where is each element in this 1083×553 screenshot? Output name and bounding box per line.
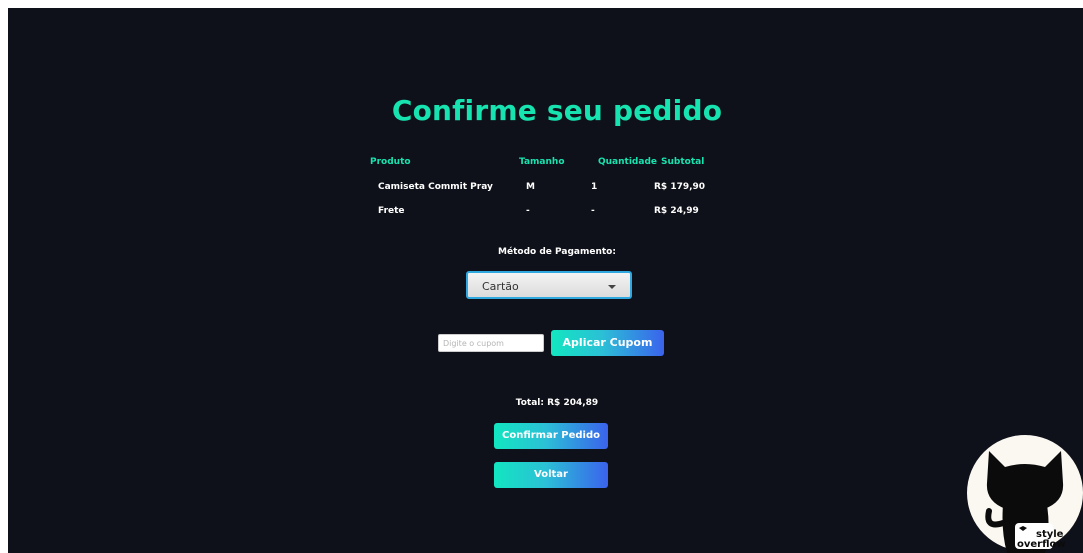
payment-method-select[interactable]: Cartão [466,271,632,299]
style-overflow-logo: style overflow [967,435,1083,553]
chevron-down-icon [608,285,616,289]
app-window: Confirme seu pedido Produto Tamanho Quan… [8,8,1083,553]
payment-method-label: Método de Pagamento: [498,247,616,257]
logo-text-overflow: overflow [1017,539,1066,550]
apply-coupon-button[interactable]: Aplicar Cupom [551,330,664,356]
column-header-subtotal: Subtotal [661,157,705,167]
payment-method-value: Cartão [482,280,519,293]
table-cell-product: Camiseta Commit Pray [378,182,493,192]
table-cell-size: - [526,206,530,216]
table-cell-product: Frete [378,206,405,216]
table-cell-size: M [526,182,535,192]
table-cell-subtotal: R$ 179,90 [654,182,706,192]
back-button[interactable]: Voltar [494,462,608,488]
confirm-order-button[interactable]: Confirmar Pedido [494,423,608,449]
column-header-produto: Produto [370,157,411,167]
page-title: Confirme seu pedido [391,94,723,127]
column-header-quantidade: Quantidade [598,157,657,167]
coupon-input[interactable] [438,334,544,352]
table-cell-quantity: 1 [591,182,598,192]
table-cell-subtotal: R$ 24,99 [654,206,699,216]
column-header-tamanho: Tamanho [519,157,565,167]
order-total: Total: R$ 204,89 [515,398,599,408]
table-cell-quantity: - [591,206,595,216]
